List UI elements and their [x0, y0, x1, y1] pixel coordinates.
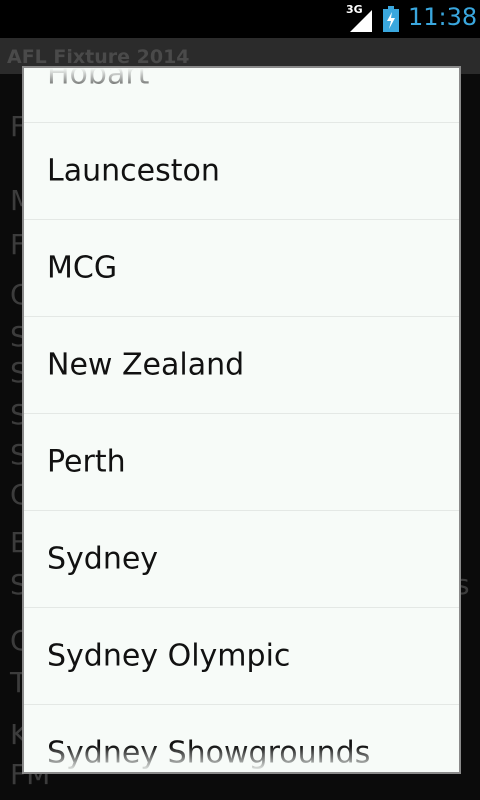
list-item-label: Hobart	[47, 66, 150, 92]
list-item-sydney[interactable]: Sydney	[24, 511, 459, 608]
signal-icon	[350, 10, 372, 32]
list-item-perth[interactable]: Perth	[24, 414, 459, 511]
list-item-label: MCG	[47, 250, 118, 286]
battery-charging-icon	[383, 6, 399, 32]
venue-list[interactable]: Hobart Launceston MCG New Zealand Perth …	[24, 66, 459, 772]
list-item-sydney-olympic[interactable]: Sydney Olympic	[24, 608, 459, 705]
list-item-label: Sydney Olympic	[47, 638, 291, 674]
venue-picker-dialog: Hobart Launceston MCG New Zealand Perth …	[22, 66, 461, 774]
list-item-hobart[interactable]: Hobart	[24, 66, 459, 123]
list-item-label: Sydney	[47, 541, 159, 577]
list-item-mcg[interactable]: MCG	[24, 220, 459, 317]
list-item-label: Sydney Showgrounds	[47, 735, 371, 771]
list-item-label: New Zealand	[47, 347, 245, 383]
list-item-new-zealand[interactable]: New Zealand	[24, 317, 459, 414]
list-item-label: Launceston	[47, 153, 220, 189]
clock: 11:38	[408, 3, 478, 31]
list-item-label: Perth	[47, 444, 126, 480]
list-item-launceston[interactable]: Launceston	[24, 123, 459, 220]
app-title: AFL Fixture 2014	[7, 46, 190, 68]
status-bar: 3G 11:38	[0, 0, 480, 38]
list-item-sydney-showgrounds[interactable]: Sydney Showgrounds	[24, 705, 459, 772]
